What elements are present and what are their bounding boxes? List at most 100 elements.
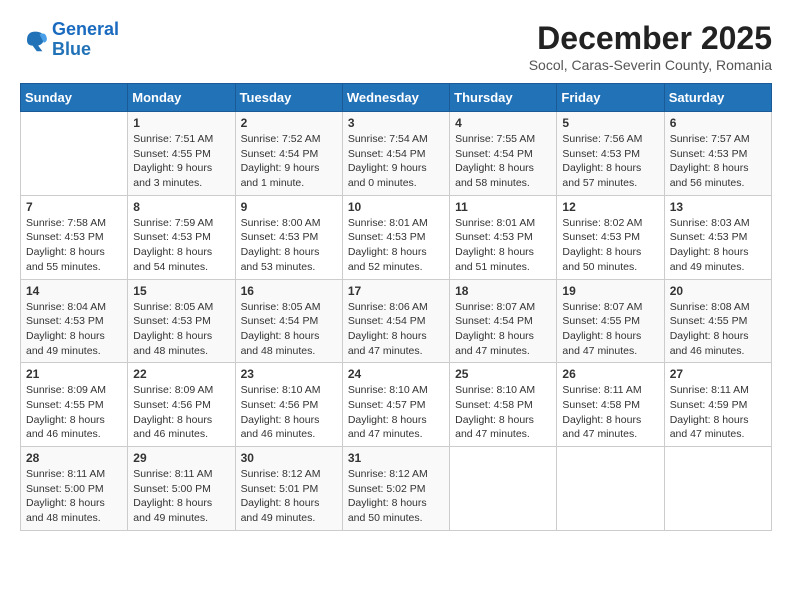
day-number: 1 [133,116,229,130]
logo: General Blue [20,20,119,60]
calendar-table: SundayMondayTuesdayWednesdayThursdayFrid… [20,83,772,531]
day-number: 4 [455,116,551,130]
day-info: Sunrise: 7:59 AM Sunset: 4:53 PM Dayligh… [133,216,229,275]
day-cell: 2 Sunrise: 7:52 AM Sunset: 4:54 PM Dayli… [235,112,342,196]
week-row-1: 1 Sunrise: 7:51 AM Sunset: 4:55 PM Dayli… [21,112,772,196]
day-info: Sunrise: 8:10 AM Sunset: 4:57 PM Dayligh… [348,383,444,442]
header-cell-sunday: Sunday [21,84,128,112]
day-cell: 19 Sunrise: 8:07 AM Sunset: 4:55 PM Dayl… [557,279,664,363]
day-number: 22 [133,367,229,381]
day-info: Sunrise: 8:05 AM Sunset: 4:54 PM Dayligh… [241,300,337,359]
day-cell: 23 Sunrise: 8:10 AM Sunset: 4:56 PM Dayl… [235,363,342,447]
calendar-title: December 2025 [529,20,772,57]
day-info: Sunrise: 8:11 AM Sunset: 5:00 PM Dayligh… [26,467,122,526]
day-number: 30 [241,451,337,465]
day-number: 10 [348,200,444,214]
day-number: 3 [348,116,444,130]
day-number: 24 [348,367,444,381]
day-number: 11 [455,200,551,214]
day-number: 9 [241,200,337,214]
day-info: Sunrise: 8:12 AM Sunset: 5:02 PM Dayligh… [348,467,444,526]
day-cell [557,447,664,531]
week-row-2: 7 Sunrise: 7:58 AM Sunset: 4:53 PM Dayli… [21,195,772,279]
day-cell: 10 Sunrise: 8:01 AM Sunset: 4:53 PM Dayl… [342,195,449,279]
day-info: Sunrise: 8:03 AM Sunset: 4:53 PM Dayligh… [670,216,766,275]
week-row-4: 21 Sunrise: 8:09 AM Sunset: 4:55 PM Dayl… [21,363,772,447]
day-number: 8 [133,200,229,214]
day-number: 20 [670,284,766,298]
day-cell: 27 Sunrise: 8:11 AM Sunset: 4:59 PM Dayl… [664,363,771,447]
day-cell [664,447,771,531]
day-cell: 4 Sunrise: 7:55 AM Sunset: 4:54 PM Dayli… [450,112,557,196]
day-cell: 3 Sunrise: 7:54 AM Sunset: 4:54 PM Dayli… [342,112,449,196]
day-cell: 24 Sunrise: 8:10 AM Sunset: 4:57 PM Dayl… [342,363,449,447]
day-cell: 17 Sunrise: 8:06 AM Sunset: 4:54 PM Dayl… [342,279,449,363]
day-cell: 16 Sunrise: 8:05 AM Sunset: 4:54 PM Dayl… [235,279,342,363]
day-cell: 22 Sunrise: 8:09 AM Sunset: 4:56 PM Dayl… [128,363,235,447]
day-cell: 26 Sunrise: 8:11 AM Sunset: 4:58 PM Dayl… [557,363,664,447]
day-cell: 30 Sunrise: 8:12 AM Sunset: 5:01 PM Dayl… [235,447,342,531]
day-cell: 31 Sunrise: 8:12 AM Sunset: 5:02 PM Dayl… [342,447,449,531]
day-info: Sunrise: 7:52 AM Sunset: 4:54 PM Dayligh… [241,132,337,191]
day-info: Sunrise: 8:07 AM Sunset: 4:55 PM Dayligh… [562,300,658,359]
day-number: 13 [670,200,766,214]
page-header: General Blue December 2025 Socol, Caras-… [20,20,772,73]
day-info: Sunrise: 7:55 AM Sunset: 4:54 PM Dayligh… [455,132,551,191]
day-info: Sunrise: 8:01 AM Sunset: 4:53 PM Dayligh… [455,216,551,275]
day-info: Sunrise: 8:07 AM Sunset: 4:54 PM Dayligh… [455,300,551,359]
day-cell: 29 Sunrise: 8:11 AM Sunset: 5:00 PM Dayl… [128,447,235,531]
day-number: 19 [562,284,658,298]
day-cell [21,112,128,196]
logo-icon [20,26,48,54]
day-info: Sunrise: 8:06 AM Sunset: 4:54 PM Dayligh… [348,300,444,359]
header-cell-tuesday: Tuesday [235,84,342,112]
day-cell: 25 Sunrise: 8:10 AM Sunset: 4:58 PM Dayl… [450,363,557,447]
day-number: 21 [26,367,122,381]
day-number: 15 [133,284,229,298]
day-info: Sunrise: 8:11 AM Sunset: 4:58 PM Dayligh… [562,383,658,442]
header-cell-friday: Friday [557,84,664,112]
day-number: 29 [133,451,229,465]
day-cell: 9 Sunrise: 8:00 AM Sunset: 4:53 PM Dayli… [235,195,342,279]
header-cell-monday: Monday [128,84,235,112]
day-info: Sunrise: 8:02 AM Sunset: 4:53 PM Dayligh… [562,216,658,275]
header-row: SundayMondayTuesdayWednesdayThursdayFrid… [21,84,772,112]
day-info: Sunrise: 8:11 AM Sunset: 4:59 PM Dayligh… [670,383,766,442]
day-cell: 18 Sunrise: 8:07 AM Sunset: 4:54 PM Dayl… [450,279,557,363]
day-number: 23 [241,367,337,381]
day-number: 2 [241,116,337,130]
day-number: 25 [455,367,551,381]
day-info: Sunrise: 8:04 AM Sunset: 4:53 PM Dayligh… [26,300,122,359]
day-cell: 20 Sunrise: 8:08 AM Sunset: 4:55 PM Dayl… [664,279,771,363]
day-cell: 8 Sunrise: 7:59 AM Sunset: 4:53 PM Dayli… [128,195,235,279]
day-cell [450,447,557,531]
day-number: 26 [562,367,658,381]
header-cell-wednesday: Wednesday [342,84,449,112]
day-info: Sunrise: 8:01 AM Sunset: 4:53 PM Dayligh… [348,216,444,275]
week-row-5: 28 Sunrise: 8:11 AM Sunset: 5:00 PM Dayl… [21,447,772,531]
day-cell: 6 Sunrise: 7:57 AM Sunset: 4:53 PM Dayli… [664,112,771,196]
day-info: Sunrise: 8:09 AM Sunset: 4:55 PM Dayligh… [26,383,122,442]
day-info: Sunrise: 8:00 AM Sunset: 4:53 PM Dayligh… [241,216,337,275]
day-info: Sunrise: 7:57 AM Sunset: 4:53 PM Dayligh… [670,132,766,191]
day-info: Sunrise: 8:10 AM Sunset: 4:58 PM Dayligh… [455,383,551,442]
day-info: Sunrise: 8:08 AM Sunset: 4:55 PM Dayligh… [670,300,766,359]
day-info: Sunrise: 8:12 AM Sunset: 5:01 PM Dayligh… [241,467,337,526]
header-cell-saturday: Saturday [664,84,771,112]
day-info: Sunrise: 7:54 AM Sunset: 4:54 PM Dayligh… [348,132,444,191]
day-number: 28 [26,451,122,465]
day-info: Sunrise: 7:58 AM Sunset: 4:53 PM Dayligh… [26,216,122,275]
day-cell: 7 Sunrise: 7:58 AM Sunset: 4:53 PM Dayli… [21,195,128,279]
day-number: 12 [562,200,658,214]
day-number: 5 [562,116,658,130]
day-number: 6 [670,116,766,130]
day-number: 17 [348,284,444,298]
day-number: 16 [241,284,337,298]
day-info: Sunrise: 8:05 AM Sunset: 4:53 PM Dayligh… [133,300,229,359]
day-info: Sunrise: 8:11 AM Sunset: 5:00 PM Dayligh… [133,467,229,526]
title-area: December 2025 Socol, Caras-Severin Count… [529,20,772,73]
day-cell: 21 Sunrise: 8:09 AM Sunset: 4:55 PM Dayl… [21,363,128,447]
day-cell: 28 Sunrise: 8:11 AM Sunset: 5:00 PM Dayl… [21,447,128,531]
calendar-subtitle: Socol, Caras-Severin County, Romania [529,57,772,73]
day-cell: 11 Sunrise: 8:01 AM Sunset: 4:53 PM Dayl… [450,195,557,279]
